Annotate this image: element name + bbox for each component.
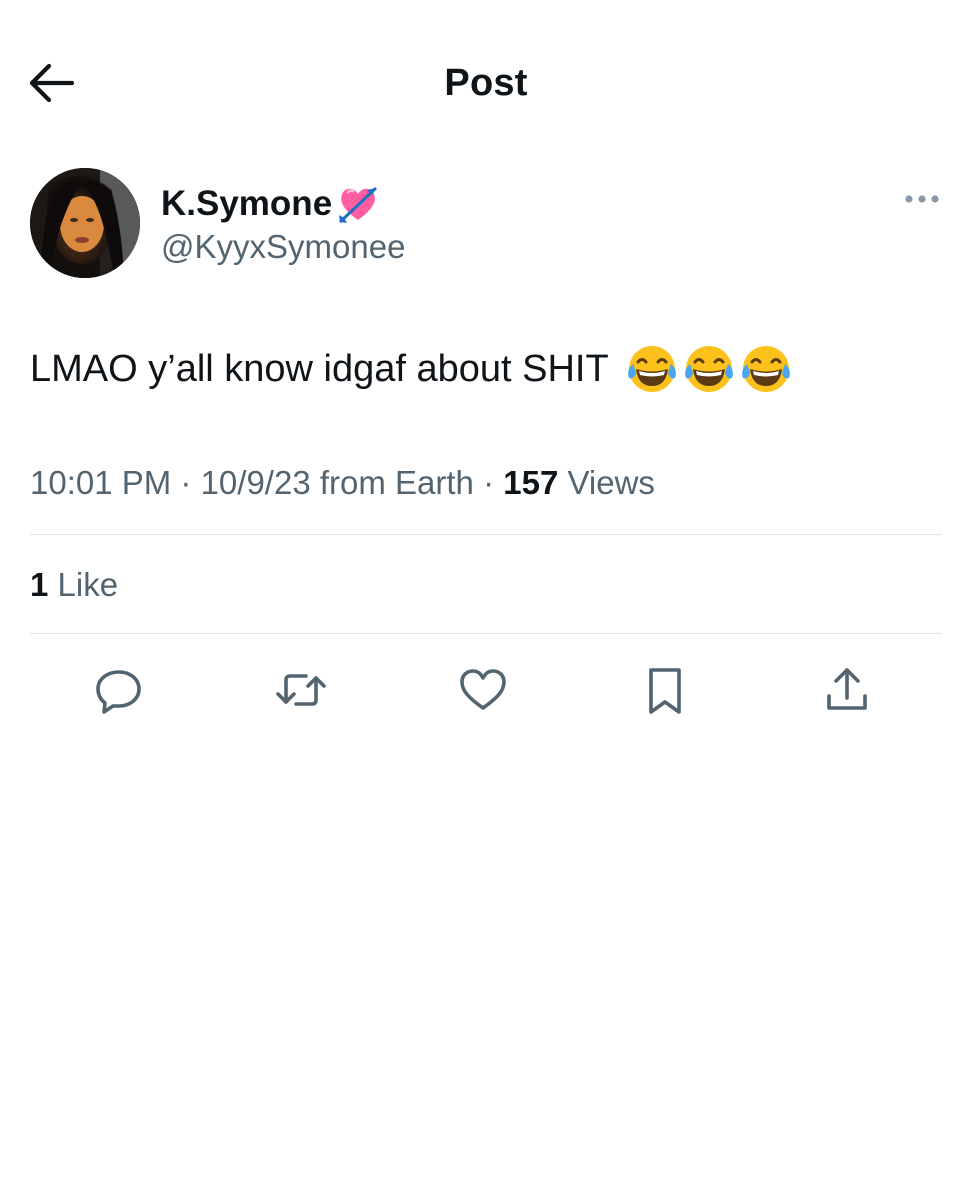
likes-summary[interactable]: 1 Like: [30, 562, 118, 608]
repost-button[interactable]: [271, 660, 331, 720]
user-handle[interactable]: @KyyxSymonee: [161, 226, 405, 268]
top-bar: Post: [0, 0, 972, 165]
display-name[interactable]: K.Symone: [161, 182, 332, 226]
more-horizontal-icon: [904, 194, 940, 204]
action-bar: [0, 660, 972, 720]
share-icon: [823, 664, 871, 716]
meta-separator: ·: [171, 464, 201, 501]
like-button[interactable]: [453, 660, 513, 720]
likes-label: Like: [48, 566, 119, 603]
emoji-group: [625, 342, 793, 396]
post-meta: 10:01 PM · 10/9/23 from Earth · 157 View…: [30, 460, 655, 506]
more-options-button[interactable]: [902, 186, 942, 212]
post-text-content: LMAO y’all know idgaf about SHIT: [30, 348, 609, 390]
meta-separator: ·: [473, 464, 504, 501]
post-time[interactable]: 10:01 PM: [30, 464, 171, 501]
heart-icon: [457, 664, 509, 716]
bookmark-icon: [643, 664, 687, 716]
avatar[interactable]: [30, 168, 140, 278]
heart-with-arrow-emoji-icon: [336, 182, 380, 226]
post-author: K.Symone @KyyxSymonee: [30, 168, 942, 280]
face-with-tears-of-joy-icon: [739, 342, 793, 396]
share-button[interactable]: [817, 660, 877, 720]
face-with-tears-of-joy-icon: [625, 342, 679, 396]
divider: [30, 534, 942, 535]
views-count[interactable]: 157: [503, 464, 558, 501]
divider: [30, 633, 942, 634]
reply-button[interactable]: [89, 660, 149, 720]
likes-count: 1: [30, 566, 49, 603]
post-text: LMAO y’all know idgaf about SHIT: [30, 340, 793, 398]
post-source: from Earth: [310, 464, 474, 501]
bookmark-button[interactable]: [635, 660, 695, 720]
views-label[interactable]: Views: [558, 464, 654, 501]
display-name-row[interactable]: K.Symone: [161, 182, 380, 226]
page-title: Post: [444, 62, 528, 104]
repost-icon: [273, 664, 329, 716]
reply-icon: [93, 664, 145, 716]
face-with-tears-of-joy-icon: [682, 342, 736, 396]
post-date[interactable]: 10/9/23: [201, 464, 311, 501]
